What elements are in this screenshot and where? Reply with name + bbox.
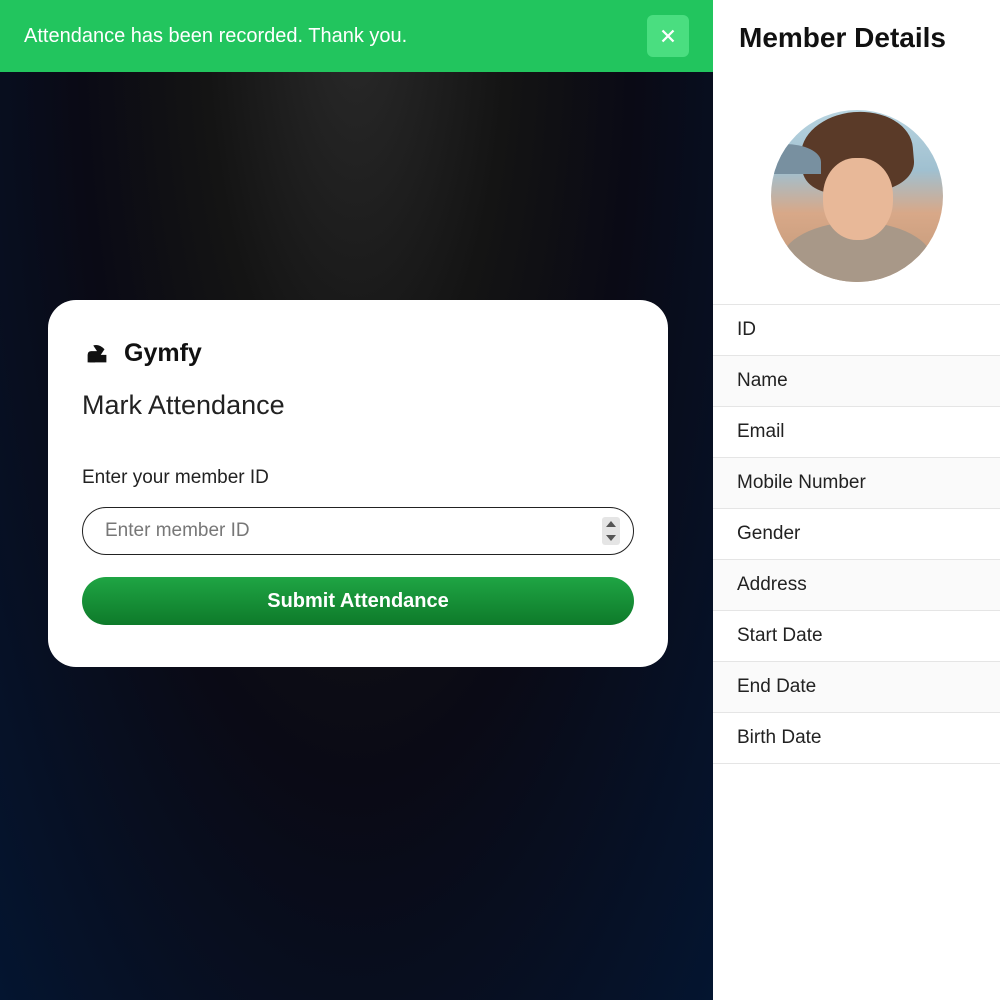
spinner-up-button[interactable] (602, 517, 620, 531)
brand-row: Gymfy (82, 338, 634, 368)
close-button[interactable] (647, 15, 689, 57)
detail-field-mobile-number: Mobile Number (713, 458, 1000, 509)
attendance-card: Gymfy Mark Attendance Enter your member … (48, 300, 668, 667)
avatar-container (713, 110, 1000, 282)
detail-field-start-date: Start Date (713, 611, 1000, 662)
card-title: Mark Attendance (82, 390, 634, 421)
detail-field-address: Address (713, 560, 1000, 611)
detail-field-id: ID (713, 305, 1000, 356)
number-spinner (602, 517, 620, 545)
member-id-label: Enter your member ID (82, 467, 634, 489)
detail-field-birth-date: Birth Date (713, 713, 1000, 764)
detail-field-gender: Gender (713, 509, 1000, 560)
brand-name: Gymfy (124, 339, 202, 368)
brand-logo-icon (82, 338, 112, 368)
detail-field-end-date: End Date (713, 662, 1000, 713)
submit-attendance-button[interactable]: Submit Attendance (82, 577, 634, 625)
close-icon (657, 25, 679, 47)
member-id-input[interactable] (82, 507, 634, 555)
detail-field-email: Email (713, 407, 1000, 458)
chevron-down-icon (606, 535, 616, 541)
success-toast: Attendance has been recorded. Thank you. (0, 0, 713, 72)
attendance-panel: Attendance has been recorded. Thank you.… (0, 0, 713, 1000)
detail-field-name: Name (713, 356, 1000, 407)
member-avatar (771, 110, 943, 282)
member-details-title: Member Details (713, 22, 1000, 54)
member-details-panel: Member Details ID Name Email Mobile Numb… (713, 0, 1000, 1000)
chevron-up-icon (606, 521, 616, 527)
toast-message: Attendance has been recorded. Thank you. (24, 25, 407, 48)
member-details-list: ID Name Email Mobile Number Gender Addre… (713, 304, 1000, 764)
spinner-down-button[interactable] (602, 531, 620, 545)
